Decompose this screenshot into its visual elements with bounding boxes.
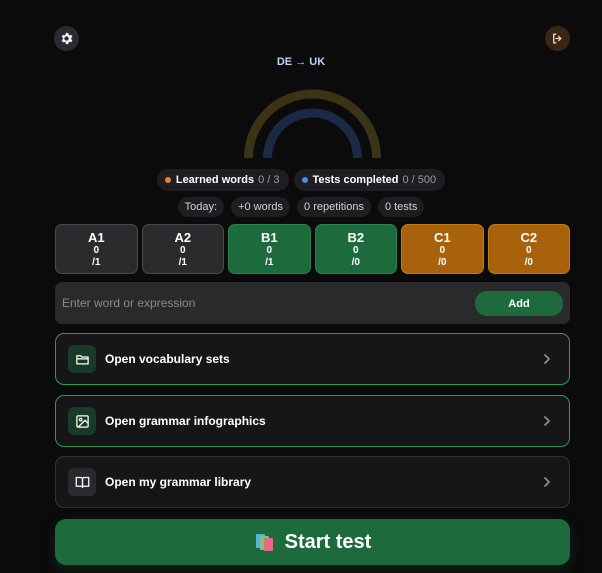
today-words: +0 words [231, 197, 291, 217]
level-total: /0 [351, 256, 360, 268]
grammar-library-label: Open my grammar library [105, 475, 252, 489]
level-total: /0 [438, 256, 447, 268]
level-b1-card[interactable]: B1 0 /1 [228, 224, 311, 274]
level-total: /1 [178, 256, 187, 268]
level-grid: A1 0 /1 A2 0 /1 B1 0 /1 B2 0 /0 C1 0 /0 … [55, 224, 570, 274]
level-total: /1 [265, 256, 274, 268]
learned-words-label: Learned words [175, 174, 255, 186]
level-code: A2 [174, 229, 192, 245]
level-b2-card[interactable]: B2 0 /0 [314, 224, 397, 274]
logout-icon [553, 33, 562, 44]
vocabulary-sets-label: Open vocabulary sets [105, 352, 230, 366]
tests-completed-stat: Tests completed 0 / 500 [293, 169, 446, 191]
start-test-button[interactable]: Start test [55, 519, 570, 565]
level-c1-card[interactable]: C1 0 /0 [401, 224, 484, 274]
books-icon [255, 534, 273, 551]
book-icon [75, 476, 89, 488]
today-tests: 0 tests [377, 197, 425, 217]
start-test-label: Start test [284, 530, 372, 553]
tests-completed-label: Tests completed [312, 174, 399, 186]
level-a2-card[interactable]: A2 0 /1 [141, 224, 224, 274]
add-word-bar: Add [55, 282, 570, 324]
level-total: /0 [524, 256, 533, 268]
level-code: A1 [87, 229, 105, 245]
tests-completed-count: 0 / 500 [402, 174, 437, 186]
add-button[interactable]: Add [475, 291, 563, 316]
word-input[interactable] [55, 282, 455, 324]
language-pair: DE → UK [276, 56, 326, 68]
level-c2-card[interactable]: C2 0 /0 [487, 224, 570, 274]
logout-button[interactable] [545, 26, 570, 51]
level-a1-card[interactable]: A1 0 /1 [55, 224, 138, 274]
grammar-infographics-label: Open grammar infographics [105, 414, 266, 428]
progress-gauge [244, 89, 381, 159]
image-icon-box [68, 407, 96, 435]
today-repetitions: 0 repetitions [297, 197, 371, 217]
level-code: C1 [433, 229, 451, 245]
level-total: /1 [92, 256, 101, 268]
chevron-right-icon [544, 416, 550, 426]
today-row: Today: +0 words 0 repetitions 0 tests [0, 197, 602, 217]
orange-dot [164, 177, 171, 183]
level-learned: 0 [352, 244, 359, 256]
learned-words-count: 0 / 3 [258, 174, 280, 186]
folder-icon [75, 354, 89, 364]
today-label: Today: [177, 197, 225, 217]
folder-icon-box [68, 345, 96, 373]
open-grammar-infographics-button[interactable]: Open grammar infographics [55, 395, 570, 447]
open-vocabulary-sets-button[interactable]: Open vocabulary sets [55, 333, 570, 385]
gear-icon [61, 32, 73, 45]
level-learned: 0 [266, 244, 273, 256]
stats-row: Learned words 0 / 3 Tests completed 0 / … [0, 169, 602, 191]
app-root: DE → UK Learned words 0 / 3 Tests comple… [0, 0, 602, 573]
level-code: B2 [347, 229, 365, 245]
level-learned: 0 [439, 244, 446, 256]
chevron-right-icon [544, 477, 550, 487]
open-grammar-library-button[interactable]: Open my grammar library [55, 456, 570, 508]
level-code: C2 [520, 229, 538, 245]
level-learned: 0 [179, 244, 186, 256]
level-code: B1 [260, 229, 278, 245]
tests-completed-arc [263, 108, 362, 159]
image-icon [75, 414, 89, 428]
level-learned: 0 [525, 244, 532, 256]
blue-dot [301, 177, 308, 183]
level-learned: 0 [93, 244, 100, 256]
settings-button[interactable] [54, 26, 79, 51]
learned-words-stat: Learned words 0 / 3 [156, 169, 289, 191]
chevron-right-icon [544, 354, 550, 364]
book-icon-box [68, 468, 96, 496]
